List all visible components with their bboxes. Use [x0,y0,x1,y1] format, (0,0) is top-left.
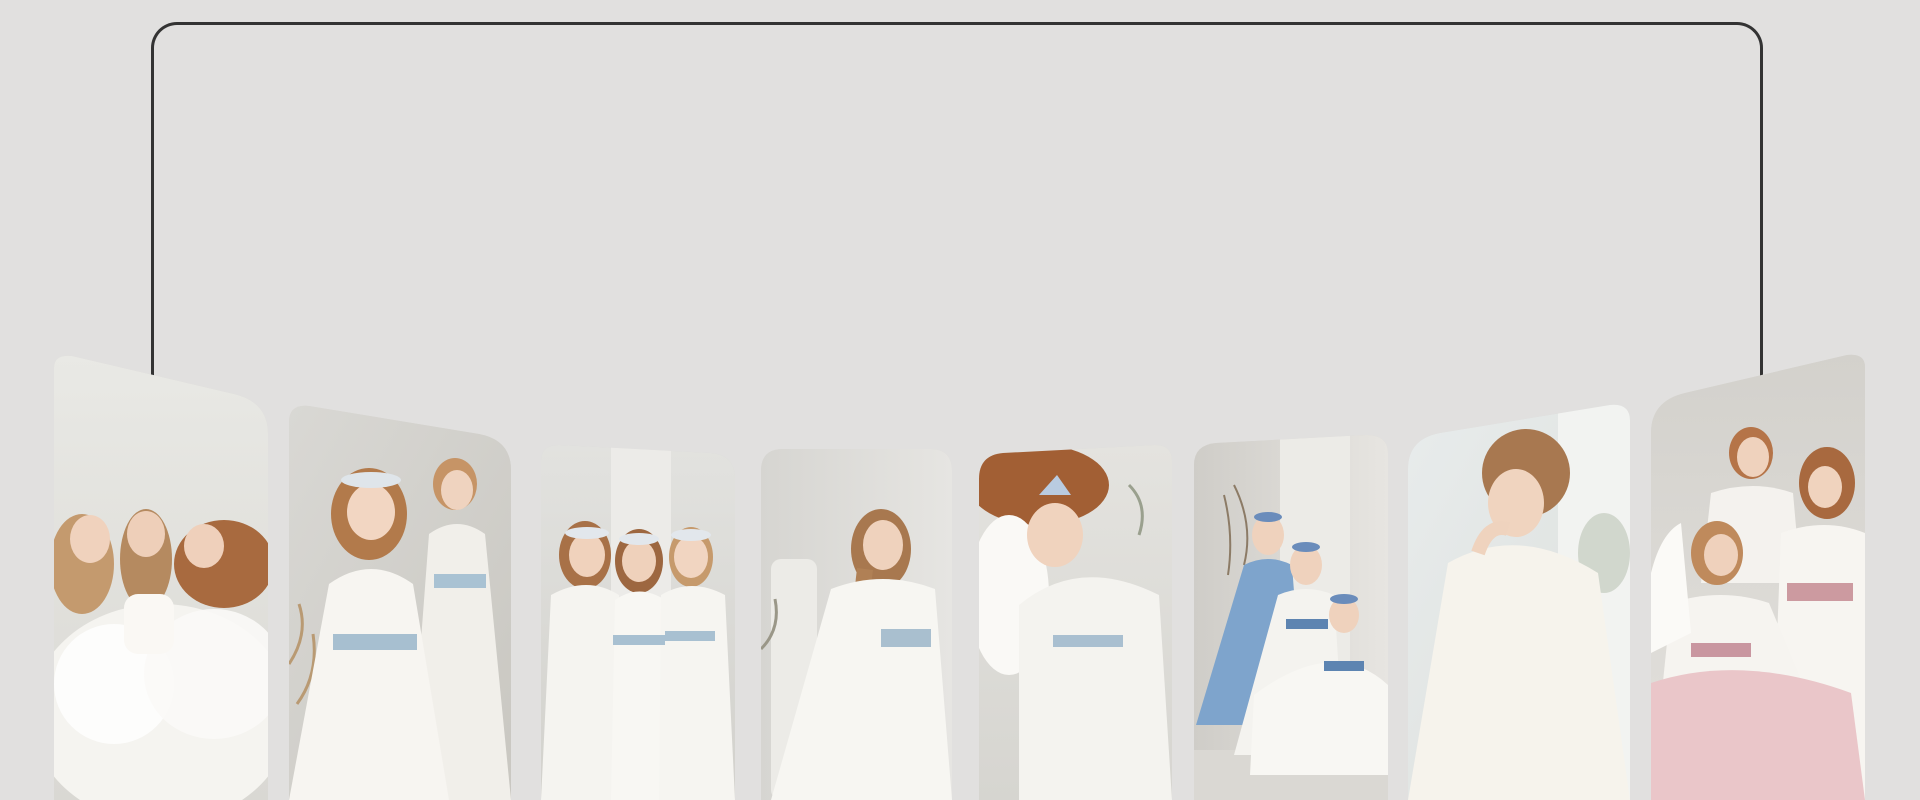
photo-girl-standing [761,449,952,800]
photo-girl-seated-thinking [1408,403,1630,800]
photo-girl-reclining [979,445,1172,800]
gallery-photo-1[interactable] [54,354,268,800]
photo-three-girls-lying [54,354,268,800]
gallery-photo-2[interactable] [289,404,511,800]
gallery-photo-4[interactable] [761,449,952,800]
gallery-photo-7[interactable] [1408,403,1630,800]
photo-three-girls-pink-sashes [1651,353,1865,800]
photo-gallery [0,0,1920,800]
gallery-photo-3[interactable] [541,445,735,800]
gallery-photo-5[interactable] [979,445,1172,800]
gallery-photo-6[interactable] [1194,435,1388,800]
photo-three-girls-blue-dresses [1194,435,1388,800]
photo-two-girls-standing [289,404,511,800]
photo-three-girls-holding-hands [541,445,735,800]
gallery-photo-8[interactable] [1651,353,1865,800]
